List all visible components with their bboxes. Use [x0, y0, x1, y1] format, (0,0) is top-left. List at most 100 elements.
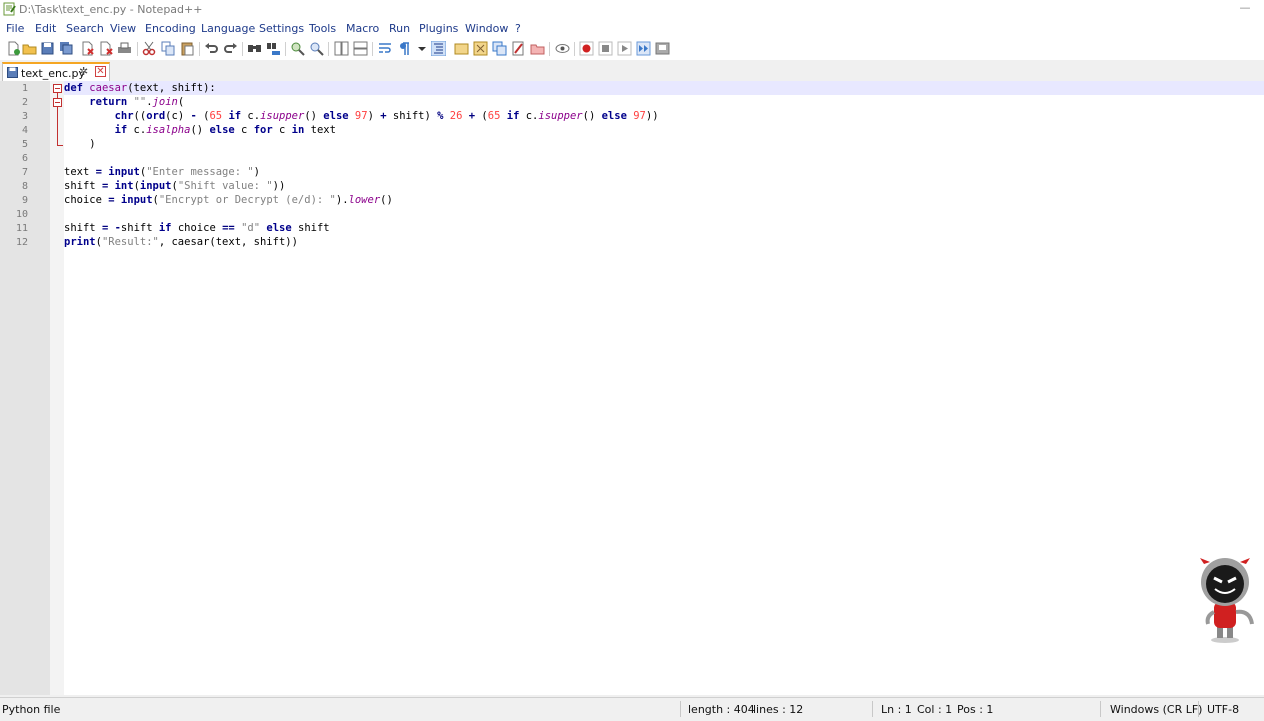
stop-record-icon[interactable] — [598, 41, 613, 56]
editor[interactable]: 1 2 3 4 5 6 7 8 9 10 11 12 def caesar(te… — [0, 81, 1264, 695]
code-line-9[interactable]: choice = input("Encrypt or Decrypt (e/d)… — [64, 194, 393, 206]
menu-view[interactable]: View — [110, 22, 136, 35]
status-separator — [680, 701, 681, 717]
undo-icon[interactable] — [204, 41, 219, 56]
fold-toggle-icon[interactable] — [53, 84, 62, 93]
indent-guide-icon[interactable] — [431, 41, 446, 56]
code-line-4[interactable]: if c.isalpha() else c for c in text — [64, 124, 336, 136]
fold-end-marker — [57, 145, 63, 146]
code-line-3[interactable]: chr((ord(c) - (65 if c.isupper() else 97… — [64, 110, 659, 122]
code-line-11[interactable]: shift = -shift if choice == "d" else shi… — [64, 222, 330, 234]
menu-help[interactable]: ? — [515, 22, 521, 35]
status-file-type: Python file — [2, 703, 61, 716]
menu-macro[interactable]: Macro — [346, 22, 379, 35]
menu-edit[interactable]: Edit — [35, 22, 56, 35]
tab-text-enc-py[interactable]: text_enc.py ✲ ✕ — [2, 62, 110, 81]
replace-icon[interactable] — [266, 41, 281, 56]
menu-file[interactable]: File — [6, 22, 24, 35]
status-separator — [1198, 701, 1199, 717]
code-line-8[interactable]: shift = int(input("Shift value: ")) — [64, 180, 285, 192]
show-all-chars-icon[interactable] — [397, 41, 412, 56]
line-number: 4 — [21, 125, 28, 136]
status-separator — [1100, 701, 1101, 717]
redo-icon[interactable] — [223, 41, 238, 56]
menu-settings[interactable]: Settings — [259, 22, 304, 35]
status-encoding[interactable]: UTF-8 — [1207, 703, 1239, 716]
code-line-1[interactable]: def caesar(text, shift): — [64, 82, 216, 94]
fold-line — [57, 107, 58, 145]
menu-bar: File Edit Search View Encoding Language … — [0, 19, 1264, 38]
line-number: 9 — [21, 195, 28, 206]
word-wrap-icon[interactable] — [378, 41, 393, 56]
record-macro-icon[interactable] — [579, 41, 594, 56]
save-macro-icon[interactable] — [655, 41, 670, 56]
notepadpp-app-icon — [3, 2, 16, 16]
save-icon — [7, 67, 18, 78]
zoom-in-icon[interactable] — [290, 41, 305, 56]
code-line-7[interactable]: text = input("Enter message: ") — [64, 166, 260, 178]
fold-toggle-icon[interactable] — [53, 98, 62, 107]
toolbar-separator — [328, 42, 329, 56]
toolbar-separator — [549, 42, 550, 56]
status-separator — [872, 701, 873, 717]
line-number: 11 — [15, 223, 28, 234]
doc-map-icon[interactable] — [473, 41, 488, 56]
menu-encoding[interactable]: Encoding — [145, 22, 196, 35]
toolbar-separator — [285, 42, 286, 56]
status-col: Col : 1 — [917, 703, 953, 716]
status-ln: Ln : 1 — [881, 703, 912, 716]
sync-horizontal-icon[interactable] — [353, 41, 368, 56]
close-all-icon[interactable] — [99, 41, 114, 56]
window-title: D:\Task\text_enc.py - Notepad++ — [19, 3, 203, 16]
open-file-icon[interactable] — [22, 41, 37, 56]
status-pos: Pos : 1 — [957, 703, 994, 716]
copy-icon[interactable] — [161, 41, 176, 56]
line-number: 10 — [15, 209, 28, 220]
code-line-12[interactable]: print("Result:", caesar(text, shift)) — [64, 236, 298, 248]
monitoring-icon[interactable] — [555, 41, 570, 56]
menu-plugins[interactable]: Plugins — [419, 22, 458, 35]
sync-vertical-icon[interactable] — [334, 41, 349, 56]
folder-workspace-icon[interactable] — [511, 41, 526, 56]
menu-tools[interactable]: Tools — [309, 22, 336, 35]
menu-search[interactable]: Search — [66, 22, 104, 35]
chevron-down-icon[interactable] — [414, 41, 429, 56]
save-all-icon[interactable] — [59, 41, 74, 56]
menu-window[interactable]: Window — [465, 22, 508, 35]
save-icon[interactable] — [40, 41, 55, 56]
status-lines: lines : 12 — [753, 703, 804, 716]
menu-language[interactable]: Language — [201, 22, 255, 35]
zoom-out-icon[interactable] — [309, 41, 324, 56]
cut-icon[interactable] — [142, 41, 157, 56]
status-length: length : 404 — [688, 703, 755, 716]
code-line-2[interactable]: return "".join( — [64, 96, 184, 108]
line-number: 1 — [21, 83, 28, 94]
line-number: 5 — [21, 139, 28, 150]
code-area[interactable]: def caesar(text, shift): return "".join(… — [64, 81, 1264, 695]
close-icon[interactable] — [80, 41, 95, 56]
fold-line — [57, 93, 58, 98]
function-list-icon[interactable] — [492, 41, 507, 56]
paste-icon[interactable] — [180, 41, 195, 56]
pin-icon[interactable]: ✲ — [79, 65, 88, 78]
doc-list-icon[interactable] — [530, 41, 545, 56]
user-defined-lang-icon[interactable] — [454, 41, 469, 56]
print-icon[interactable] — [117, 41, 132, 56]
find-icon[interactable] — [247, 41, 262, 56]
line-number: 8 — [21, 181, 28, 192]
toolbar-separator — [199, 42, 200, 56]
line-number: 2 — [21, 97, 28, 108]
close-icon[interactable]: ✕ — [95, 66, 106, 77]
code-line-5[interactable]: ) — [64, 138, 95, 150]
line-number: 3 — [21, 111, 28, 122]
playback-macro-icon[interactable] — [617, 41, 632, 56]
tab-label: text_enc.py — [21, 67, 85, 80]
status-eol[interactable]: Windows (CR LF) — [1110, 703, 1202, 716]
new-file-icon[interactable] — [6, 41, 21, 56]
line-number: 12 — [15, 237, 28, 248]
line-number-gutter: 1 2 3 4 5 6 7 8 9 10 11 12 — [0, 81, 50, 695]
menu-run[interactable]: Run — [389, 22, 410, 35]
minimize-button[interactable]: — — [1238, 2, 1252, 16]
run-macro-multiple-icon[interactable] — [636, 41, 651, 56]
line-number: 6 — [21, 153, 28, 164]
